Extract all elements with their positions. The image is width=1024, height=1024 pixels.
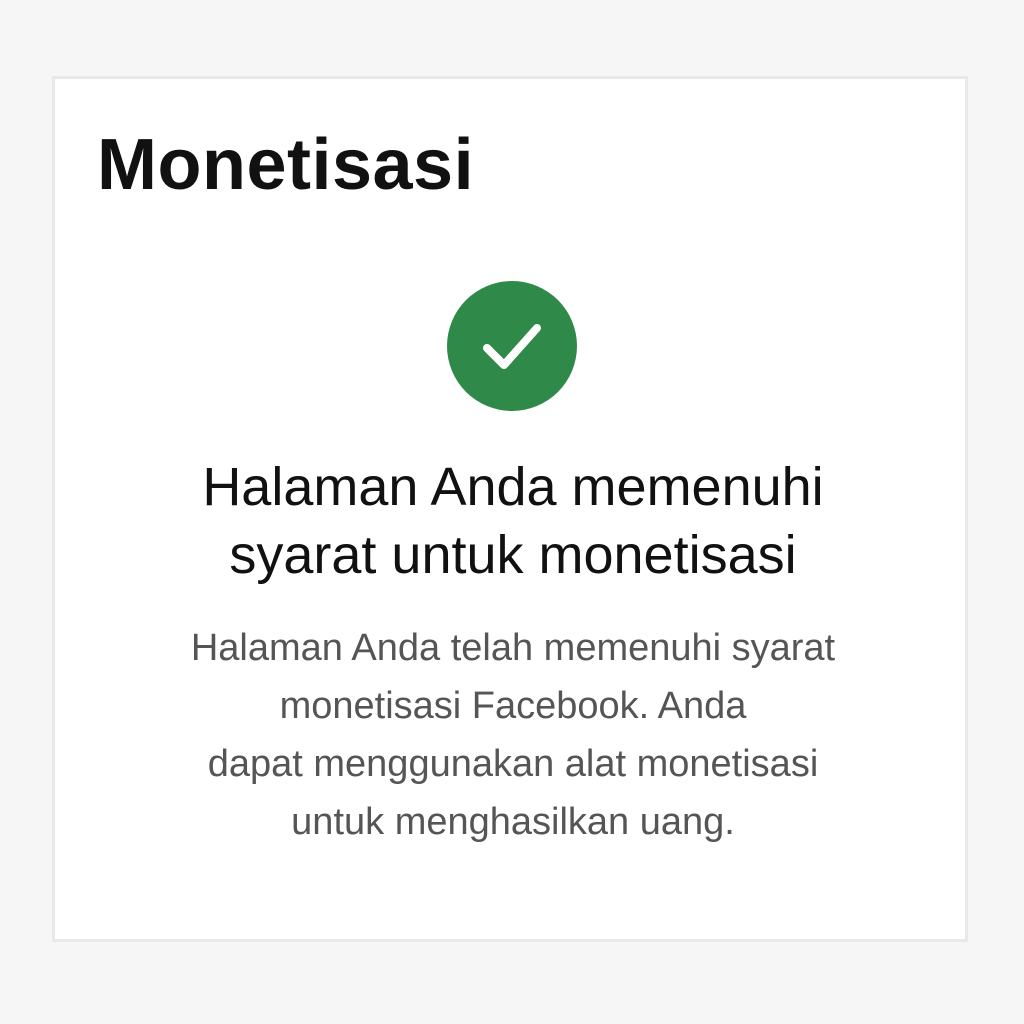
description-line: Halaman Anda telah memenuhi syarat: [190, 627, 836, 669]
description-line: untuk menghasilkan uang.: [291, 801, 735, 843]
description-line: monetisasi Facebook. Anda: [279, 685, 747, 727]
check-circle-icon: [447, 281, 577, 411]
monetization-card: Monetisasi Halaman Anda memenuhi syarat …: [52, 76, 968, 942]
description-line: dapat menggunakan alat monetisasi: [207, 743, 819, 785]
eligibility-headline: Halaman Anda memenuhi syarat untuk monet…: [95, 453, 931, 589]
page-title: Monetisasi: [97, 125, 475, 205]
checkmark-icon: [483, 324, 541, 369]
eligibility-description: Halaman Anda telah memenuhi syarat monet…: [95, 619, 931, 851]
headline-line: syarat untuk monetisasi: [229, 525, 797, 585]
headline-line: Halaman Anda memenuhi: [202, 457, 824, 517]
